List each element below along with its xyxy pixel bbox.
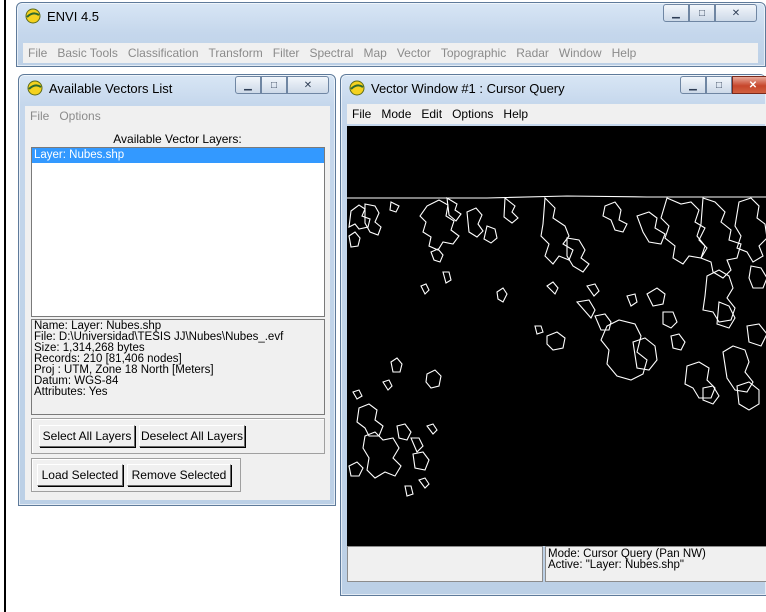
menu-filter[interactable]: Filter [268, 46, 305, 60]
vector-display-canvas[interactable] [347, 126, 766, 546]
menu-options[interactable]: Options [54, 109, 105, 123]
cloud-polygons [347, 195, 766, 497]
layer-info-panel: Name: Layer: Nubes.shp File: D:\Universi… [31, 319, 325, 415]
minimize-icon[interactable]: ▁ [680, 76, 706, 94]
main-window-title: ENVI 4.5 [47, 9, 100, 24]
vector-layer-drawing [347, 195, 766, 497]
menu-map[interactable]: Map [358, 46, 391, 60]
vectors-list-title: Available Vectors List [49, 81, 173, 96]
vector-window-menubar: File Mode Edit Options Help [347, 104, 766, 124]
envi-logo-icon [25, 8, 41, 24]
vector-window-title: Vector Window #1 : Cursor Query [371, 81, 565, 96]
menu-file[interactable]: File [23, 46, 52, 60]
menu-mode[interactable]: Mode [376, 107, 416, 121]
list-header: Available Vector Layers: [113, 132, 242, 146]
menu-window[interactable]: Window [554, 46, 607, 60]
main-caption-buttons: ▁ □ ✕ [663, 4, 757, 22]
menu-topographic[interactable]: Topographic [436, 46, 511, 60]
minimize-icon[interactable]: ▁ [235, 76, 261, 94]
maximize-icon[interactable]: □ [261, 76, 287, 94]
maximize-icon[interactable]: □ [706, 76, 732, 94]
close-icon[interactable]: ✕ [287, 76, 329, 94]
main-menubar: File Basic Tools Classification Transfor… [23, 43, 758, 63]
select-all-layers-button[interactable]: Select All Layers [39, 425, 135, 447]
menu-help[interactable]: Help [607, 46, 642, 60]
envi-main-window: ENVI 4.5 ▁ □ ✕ File Basic Tools Classifi… [16, 2, 766, 67]
maximize-icon[interactable]: □ [689, 4, 715, 22]
vectors-list-titlebar[interactable]: Available Vectors List ▁ □ ✕ [19, 75, 335, 101]
info-attributes: Attributes: Yes [34, 386, 108, 398]
menu-file[interactable]: File [25, 109, 54, 123]
menu-edit[interactable]: Edit [416, 107, 447, 121]
envi-logo-icon [349, 80, 365, 96]
menu-spectral[interactable]: Spectral [304, 46, 358, 60]
list-item[interactable]: Layer: Nubes.shp [32, 148, 324, 163]
envi-logo-icon [27, 80, 43, 96]
menu-basic-tools[interactable]: Basic Tools [52, 46, 122, 60]
status-left-panel [347, 546, 543, 582]
menu-radar[interactable]: Radar [511, 46, 554, 60]
vector-window: Vector Window #1 : Cursor Query ▁ □ ✕ Fi… [340, 74, 766, 596]
menu-classification[interactable]: Classification [123, 46, 204, 60]
menu-help[interactable]: Help [498, 107, 533, 121]
menu-transform[interactable]: Transform [204, 46, 268, 60]
minimize-icon[interactable]: ▁ [663, 4, 689, 22]
remove-selected-button[interactable]: Remove Selected [127, 464, 231, 486]
vector-window-titlebar[interactable]: Vector Window #1 : Cursor Query ▁ □ ✕ [341, 75, 766, 101]
close-icon[interactable]: ✕ [732, 76, 766, 94]
vectors-list-client: Available Vector Layers: Layer: Nubes.sh… [25, 126, 330, 500]
vectors-list-menubar: File Options [25, 106, 330, 126]
menu-file[interactable]: File [347, 107, 376, 121]
vectors-list-caption-buttons: ▁ □ ✕ [235, 76, 329, 94]
close-icon[interactable]: ✕ [715, 4, 757, 22]
deselect-all-layers-button[interactable]: Deselect All Layers [139, 425, 245, 447]
menu-options[interactable]: Options [447, 107, 498, 121]
load-selected-button[interactable]: Load Selected [37, 464, 123, 486]
vector-window-caption-buttons: ▁ □ ✕ [680, 76, 766, 94]
main-titlebar[interactable]: ENVI 4.5 ▁ □ ✕ [17, 3, 765, 29]
vectors-list-window: Available Vectors List ▁ □ ✕ File Option… [18, 74, 336, 506]
status-right-panel: Mode: Cursor Query (Pan NW) Active: "Lay… [545, 546, 766, 582]
status-active-layer: Active: "Layer: Nubes.shp" [548, 559, 685, 571]
menu-vector[interactable]: Vector [392, 46, 436, 60]
vector-layers-listbox[interactable]: Layer: Nubes.shp [31, 147, 325, 317]
